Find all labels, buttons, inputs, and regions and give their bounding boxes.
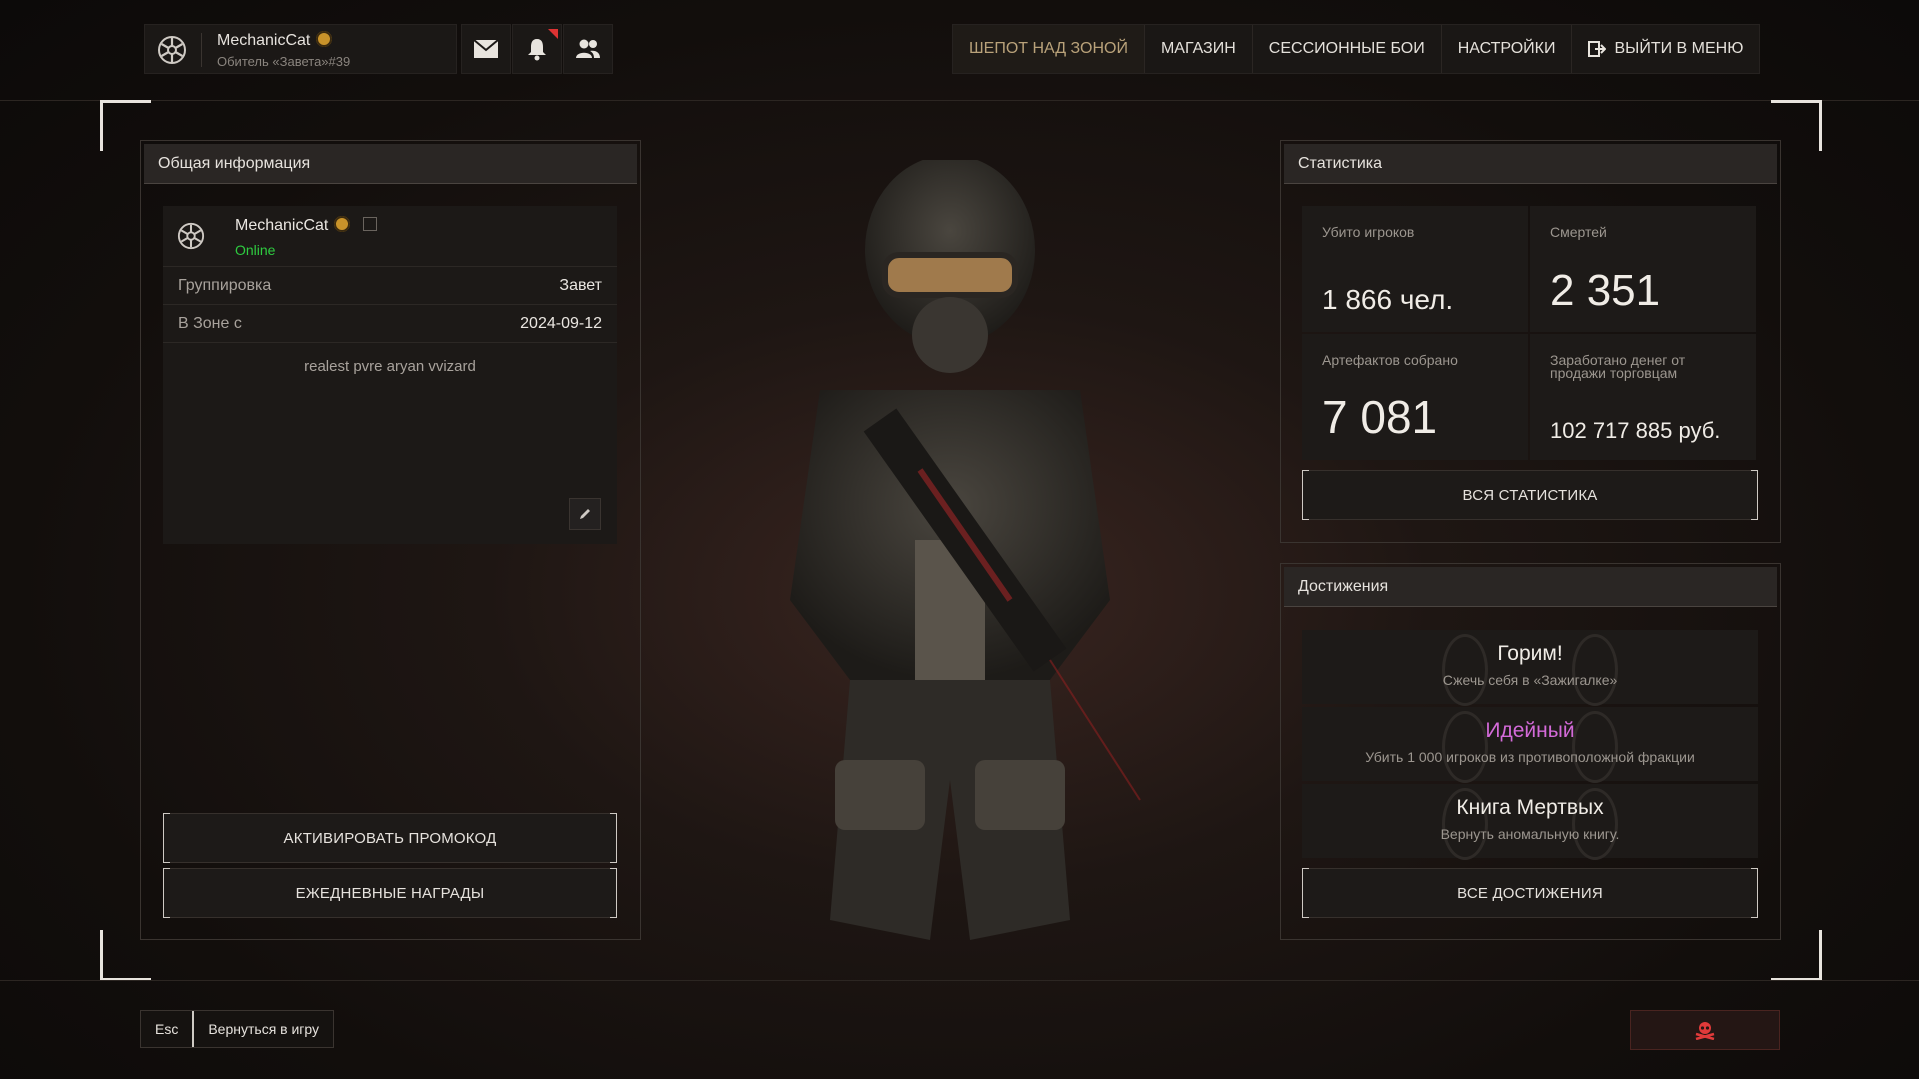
- back-to-game-label: Вернуться в игру: [208, 1021, 320, 1037]
- achievement-item[interactable]: Идейный Убить 1 000 игроков из противопо…: [1302, 707, 1758, 783]
- all-achievements-button[interactable]: ВСЕ ДОСТИЖЕНИЯ: [1302, 868, 1758, 918]
- daily-rewards-button[interactable]: ЕЖЕДНЕВНЫЕ НАГРАДЫ: [163, 868, 617, 918]
- achievement-title: Идейный: [1485, 719, 1575, 742]
- report-button[interactable]: [1630, 1010, 1780, 1050]
- premium-badge-icon: [316, 31, 333, 47]
- achievement-desc: Сжечь себя в «Зажигалке»: [1442, 672, 1618, 688]
- stat-kills: Убито игроков 1 866 чел.: [1302, 206, 1528, 332]
- achievement-desc: Убить 1 000 игроков из противоположной ф…: [1365, 749, 1695, 765]
- deaths-label: Смертей: [1550, 224, 1607, 240]
- bottom-divider: [0, 980, 1919, 981]
- faction-label: Группировка: [178, 276, 272, 294]
- friends-icon: [576, 39, 600, 58]
- exit-icon: [1588, 41, 1607, 57]
- top-divider: [0, 100, 1919, 101]
- achievement-item[interactable]: Горим! Сжечь себя в «Зажигалке»: [1302, 630, 1758, 706]
- chip-separator: [201, 33, 202, 67]
- stat-artifacts: Артефактов собрано 7 081: [1302, 334, 1528, 460]
- bio-divider: [163, 342, 617, 343]
- edit-bio-button[interactable]: [569, 498, 601, 530]
- player-name: MechanicCat: [217, 31, 333, 50]
- money-label-line-2: продажи торговцам: [1550, 365, 1678, 381]
- stat-money: Заработано денег от продажи торговцам 102…: [1530, 334, 1756, 460]
- notifications-button[interactable]: [512, 24, 562, 74]
- artifacts-value: 7 081: [1322, 391, 1438, 443]
- profile-card: MechanicCat Online Группировка Завет В З…: [163, 206, 617, 544]
- notification-indicator: [548, 29, 558, 39]
- since-row: В Зоне с 2024-09-12: [163, 304, 617, 342]
- stats-panel-title: Статистика: [1284, 144, 1777, 184]
- faction-emblem-icon: [158, 36, 186, 64]
- nav-settings[interactable]: НАСТРОЙКИ: [1442, 25, 1573, 73]
- kills-value: 1 866 чел.: [1322, 284, 1454, 315]
- achievements-panel-title: Достижения: [1284, 567, 1777, 607]
- bell-icon: [528, 39, 546, 61]
- premium-badge-icon: [334, 216, 351, 232]
- bio-text: realest pvre aryan vvizard: [304, 358, 476, 375]
- profile-chip[interactable]: MechanicCat Обитель «Завета»#39: [144, 24, 457, 74]
- achievement-title: Книга Мертвых: [1456, 796, 1604, 819]
- copy-icon[interactable]: [362, 217, 377, 231]
- mail-icon: [473, 39, 499, 58]
- artifacts-label: Артефактов собрано: [1322, 352, 1458, 368]
- achievement-title: Горим!: [1497, 642, 1563, 665]
- since-label: В Зоне с: [178, 314, 242, 332]
- card-player-name: MechanicCat: [235, 216, 377, 235]
- player-clan: Обитель «Завета»#39: [217, 54, 351, 69]
- main-nav: ШЕПОТ НАД ЗОНОЙ МАГАЗИН СЕССИОННЫЕ БОИ Н…: [952, 24, 1761, 74]
- nav-session-battles[interactable]: СЕССИОННЫЕ БОИ: [1253, 25, 1442, 73]
- nav-exit-label: ВЫЙТИ В МЕНЮ: [1614, 40, 1744, 57]
- stat-deaths: Смертей 2 351: [1530, 206, 1756, 332]
- skull-crossbones-icon: [1695, 1022, 1715, 1040]
- friends-button[interactable]: [563, 24, 613, 74]
- money-label: Заработано денег от продажи торговцам: [1550, 353, 1685, 381]
- back-to-game-hint[interactable]: Esc Вернуться в игру: [140, 1010, 335, 1048]
- faction-emblem-icon: [177, 222, 205, 250]
- achievement-item[interactable]: Книга Мертвых Вернуть аномальную книгу.: [1302, 784, 1758, 860]
- esc-key: Esc: [141, 1011, 195, 1047]
- faction-row: Группировка Завет: [163, 266, 617, 304]
- character-model: [790, 160, 1141, 940]
- since-value: 2024-09-12: [520, 314, 602, 332]
- nav-whisper[interactable]: ШЕПОТ НАД ЗОНОЙ: [953, 25, 1145, 73]
- nav-shop[interactable]: МАГАЗИН: [1145, 25, 1253, 73]
- deaths-value: 2 351: [1550, 266, 1661, 315]
- kills-label: Убито игроков: [1322, 224, 1415, 240]
- money-value: 102 717 885 руб.: [1550, 418, 1721, 443]
- achievement-desc: Вернуть аномальную книгу.: [1440, 826, 1620, 842]
- all-stats-button[interactable]: ВСЯ СТАТИСТИКА: [1302, 470, 1758, 520]
- online-status: Online: [235, 242, 276, 258]
- pencil-icon: [580, 509, 590, 519]
- faction-value: Завет: [559, 276, 602, 294]
- info-panel-title: Общая информация: [144, 144, 637, 184]
- nav-exit-menu[interactable]: ВЫЙТИ В МЕНЮ: [1572, 25, 1759, 73]
- activate-promo-button[interactable]: АКТИВИРОВАТЬ ПРОМОКОД: [163, 813, 617, 863]
- mail-button[interactable]: [461, 24, 511, 74]
